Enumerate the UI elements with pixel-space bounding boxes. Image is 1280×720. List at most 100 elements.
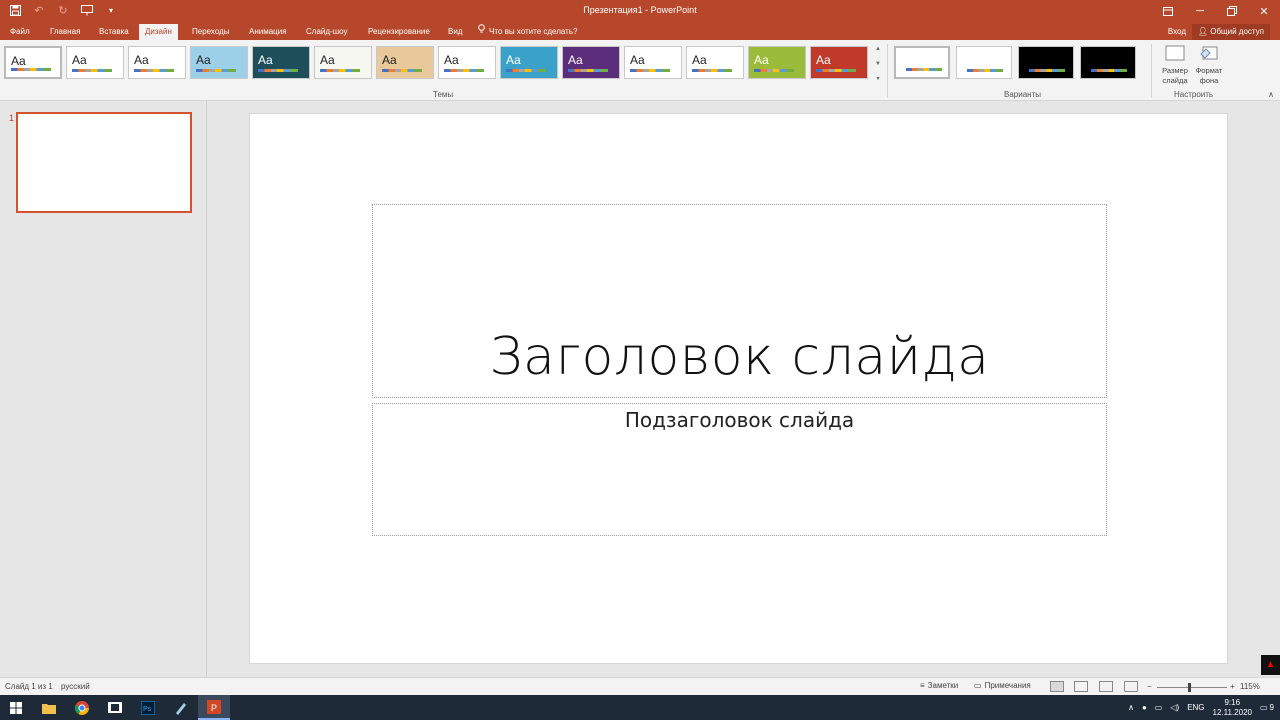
format-background-button[interactable]: Формат фона [1192, 44, 1226, 86]
variant-thumbnail[interactable] [1018, 46, 1074, 79]
theme-sample-text: Aa [568, 53, 583, 67]
tab-home[interactable]: Главная [44, 24, 86, 40]
more-icon[interactable]: ▾ [876, 75, 879, 82]
theme-thumbnail[interactable]: Aa [128, 46, 186, 79]
theme-thumbnail[interactable]: Aa [624, 46, 682, 79]
theme-thumbnail[interactable]: Aa [190, 46, 248, 79]
theme-thumbnail[interactable]: Aa [500, 46, 558, 79]
tab-slideshow[interactable]: Слайд-шоу [300, 24, 353, 40]
language-indicator[interactable]: русский [61, 682, 90, 691]
photoshop-icon[interactable]: Ps [132, 695, 164, 720]
normal-view-icon[interactable] [1050, 681, 1064, 692]
reading-view-icon[interactable] [1099, 681, 1113, 692]
clock-date: 12.11.2020 [1212, 707, 1252, 717]
close-icon[interactable]: ✕ [1248, 0, 1280, 22]
theme-thumbnail[interactable]: Aa [810, 46, 868, 79]
theme-color-strip [568, 69, 608, 72]
theme-thumbnail[interactable]: Aa [376, 46, 434, 79]
tab-design[interactable]: Дизайн [139, 24, 178, 40]
theme-color-strip [382, 69, 422, 72]
slide-sorter-icon[interactable] [1074, 681, 1088, 692]
tab-file[interactable]: Файл [4, 24, 36, 40]
sign-in-link[interactable]: Вход [1168, 24, 1186, 40]
subtitle-placeholder[interactable]: Подзаголовок слайда [372, 403, 1107, 536]
collapse-ribbon-icon[interactable]: ∧ [1268, 90, 1274, 99]
notification-count: 9 [1269, 703, 1274, 712]
scroll-down-icon[interactable]: ▼ [875, 61, 881, 67]
ribbon-display-options-icon[interactable] [1152, 0, 1184, 22]
share-label: Общий доступ [1210, 27, 1264, 36]
theme-thumbnail[interactable]: Aa [748, 46, 806, 79]
customize-icon[interactable]: ▾ [104, 3, 118, 17]
zoom-slider[interactable] [1157, 687, 1227, 688]
scroll-up-icon[interactable]: ▲ [875, 46, 881, 52]
variant-thumbnail[interactable] [956, 46, 1012, 79]
title-bar: ↶ ↻ ▾ Презентация1 - PowerPoint ─ ✕ [0, 0, 1280, 22]
tab-review[interactable]: Рецензирование [362, 24, 436, 40]
slide-thumbnail[interactable] [16, 112, 192, 213]
theme-sample-text: Aa [692, 53, 707, 67]
zoom-in-icon[interactable]: + [1230, 682, 1235, 691]
theme-thumbnail[interactable]: Aa [4, 46, 62, 79]
slides-pane: 1 [0, 101, 207, 677]
lightbulb-icon [478, 24, 485, 40]
slideshow-view-icon[interactable] [1124, 681, 1138, 692]
theme-thumbnail[interactable]: Aa [686, 46, 744, 79]
save-icon[interactable] [8, 3, 22, 17]
volume-icon[interactable]: ◁) [1170, 703, 1179, 712]
theme-thumbnail[interactable]: Aa [562, 46, 620, 79]
tab-view[interactable]: Вид [442, 24, 468, 40]
theme-thumbnail[interactable]: Aa [66, 46, 124, 79]
slide-canvas[interactable]: Заголовок слайда Подзаголовок слайда [249, 113, 1228, 664]
windows-start-icon[interactable] [0, 695, 32, 720]
tab-animations[interactable]: Анимация [243, 24, 293, 40]
format-bg-line2: фона [1199, 76, 1219, 85]
theme-thumbnail[interactable]: Aa [438, 46, 496, 79]
powerpoint-icon[interactable]: P [198, 695, 230, 720]
maximize-icon[interactable] [1216, 0, 1248, 22]
status-bar: Слайд 1 из 1 русский ≡ Заметки ▭ Примеча… [0, 677, 1280, 695]
tell-me-box[interactable]: Что вы хотите сделать? [478, 24, 577, 40]
comments-button[interactable]: ▭ Примечания [974, 681, 1031, 690]
variant-thumbnail[interactable] [894, 46, 950, 79]
start-slideshow-icon[interactable] [80, 3, 94, 17]
notifications-icon[interactable]: ▭ 9 [1260, 703, 1274, 712]
theme-sample-text: Aa [72, 53, 87, 67]
film-app-icon[interactable] [99, 695, 131, 720]
title-placeholder[interactable]: Заголовок слайда [372, 204, 1107, 398]
theme-sample-text: Aa [506, 53, 521, 67]
network-icon[interactable]: ▭ [1155, 703, 1163, 712]
variant-color-strip [1091, 69, 1127, 72]
redo-icon[interactable]: ↻ [56, 3, 70, 17]
zoom-out-icon[interactable]: − [1147, 682, 1152, 691]
undo-icon[interactable]: ↶ [32, 3, 46, 17]
file-explorer-icon[interactable] [33, 695, 65, 720]
paint-app-icon[interactable] [165, 695, 197, 720]
themes-scroll[interactable]: ▲ ▼ ▾ [873, 46, 883, 82]
input-language[interactable]: ENG [1187, 703, 1204, 712]
microphone-icon[interactable]: ● [1142, 703, 1147, 712]
chevron-up-icon[interactable]: ∧ [1128, 703, 1134, 712]
theme-thumbnail[interactable]: Aa [252, 46, 310, 79]
share-button[interactable]: 👤︎ Общий доступ [1191, 24, 1270, 40]
theme-color-strip [630, 69, 670, 72]
variant-color-strip [906, 68, 942, 71]
clock[interactable]: 9:16 12.11.2020 [1213, 698, 1252, 718]
theme-sample-text: Aa [320, 53, 335, 67]
zoom-level[interactable]: 115% [1240, 682, 1260, 691]
minimize-icon[interactable]: ─ [1184, 0, 1216, 22]
theme-color-strip [506, 69, 546, 72]
taskbar: Ps P ∧ ● ▭ ◁) ENG 9:16 12.11.2020 ▭ 9 [0, 695, 1280, 720]
zoom-slider-handle[interactable] [1188, 683, 1191, 692]
variants-group-label: Варианты [1004, 90, 1041, 99]
tab-transitions[interactable]: Переходы [186, 24, 236, 40]
format-background-icon [1200, 46, 1218, 60]
tab-insert[interactable]: Вставка [93, 24, 135, 40]
theme-thumbnail[interactable]: Aa [314, 46, 372, 79]
notes-button[interactable]: ≡ Заметки [920, 681, 958, 690]
slide-size-button[interactable]: Размер слайда [1158, 44, 1192, 86]
chrome-icon[interactable] [66, 695, 98, 720]
theme-sample-text: Aa [11, 54, 26, 68]
theme-color-strip [134, 69, 174, 72]
variant-thumbnail[interactable] [1080, 46, 1136, 79]
